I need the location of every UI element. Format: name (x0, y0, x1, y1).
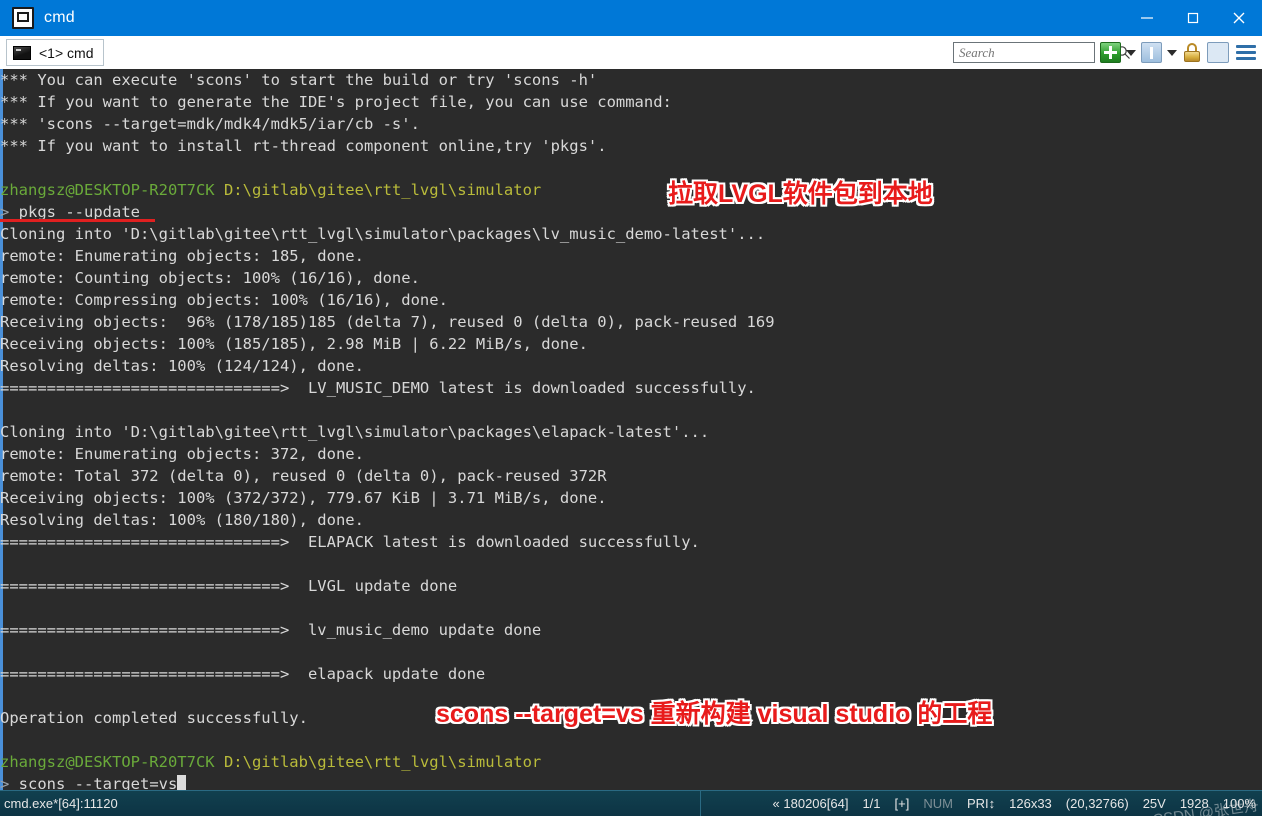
terminal-line (0, 729, 775, 751)
close-button[interactable] (1216, 0, 1262, 36)
cmd-window: cmd <1> cmd (0, 0, 1262, 816)
new-tab-dropdown-icon[interactable] (1126, 50, 1136, 56)
terminal-line: Resolving deltas: 100% (180/180), done. (0, 509, 775, 531)
terminal-line: *** You can execute 'scons' to start the… (0, 69, 775, 91)
terminal-lines: *** You can execute 'scons' to start the… (0, 69, 775, 791)
terminal-line (0, 641, 775, 663)
command-scons-target-vs: scons --target=vs (19, 775, 178, 791)
text-cursor (177, 775, 186, 791)
terminal-line: *** If you want to generate the IDE's pr… (0, 91, 775, 113)
terminal-line: Receiving objects: 96% (178/185)185 (del… (0, 311, 775, 333)
tab-cmd-1[interactable]: <1> cmd (6, 39, 104, 66)
info-dropdown-icon[interactable] (1167, 50, 1177, 56)
hamburger-menu-icon[interactable] (1234, 42, 1256, 63)
terminal-line: Receiving objects: 100% (372/372), 779.6… (0, 487, 775, 509)
window-controls (1124, 0, 1262, 36)
new-tab-button[interactable] (1100, 42, 1121, 63)
status-size: 126x33 (1009, 796, 1052, 811)
status-memory: 1928 (1180, 796, 1209, 811)
annotation-rebuild-vs: scons --target=vs 重新构建 visual studio 的工程 (436, 694, 992, 730)
prompt-path: D:\gitlab\gitee\rtt_lvgl\simulator (224, 753, 541, 771)
status-priority: PRI↕ (967, 796, 995, 811)
terminal-line: ==============================> LV_MUSIC… (0, 377, 775, 399)
terminal-line (0, 553, 775, 575)
tab-label: <1> cmd (39, 45, 93, 61)
terminal-line: zhangsz@DESKTOP-R20T7CK D:\gitlab\gitee\… (0, 751, 775, 773)
terminal-output[interactable]: *** You can execute 'scons' to start the… (0, 69, 1262, 791)
annotation-pull-lvgl: 拉取LVGL软件包到本地 (668, 174, 933, 210)
prompt-path: D:\gitlab\gitee\rtt_lvgl\simulator (224, 181, 541, 199)
terminal-line: *** If you want to install rt-thread com… (0, 135, 775, 157)
terminal-line: ==============================> ELAPACK … (0, 531, 775, 553)
info-button[interactable] (1141, 42, 1162, 63)
tab-toolbar: <1> cmd (0, 36, 1262, 70)
search-input[interactable] (959, 45, 1116, 61)
terminal-line: Cloning into 'D:\gitlab\gitee\rtt_lvgl\s… (0, 223, 775, 245)
status-right-group: « 180206[64] 1/1 [+] NUM PRI↕ 126x33 (20… (773, 796, 1256, 811)
maximize-button[interactable] (1170, 0, 1216, 36)
terminal-line (0, 597, 775, 619)
terminal-line: remote: Counting objects: 100% (16/16), … (0, 267, 775, 289)
toolbar-actions (953, 36, 1256, 69)
status-tabs: 1/1 (862, 796, 880, 811)
prompt-symbol: > (0, 775, 19, 791)
status-bar: cmd.exe*[64]:11120 « 180206[64] 1/1 [+] … (0, 790, 1262, 816)
terminal-line: ==============================> LVGL upd… (0, 575, 775, 597)
terminal-line: remote: Enumerating objects: 372, done. (0, 443, 775, 465)
prompt-user: zhangsz@DESKTOP-R20T7CK (0, 181, 224, 199)
window-title: cmd (44, 9, 75, 27)
status-coords: (20,32766) (1066, 796, 1129, 811)
terminal-line: remote: Total 372 (delta 0), reused 0 (d… (0, 465, 775, 487)
status-build: « 180206[64] (773, 796, 849, 811)
status-num-lock: NUM (923, 796, 953, 811)
minimize-button[interactable] (1124, 0, 1170, 36)
status-voltage: 25V (1143, 796, 1166, 811)
terminal-line (0, 399, 775, 421)
status-cpu: 100% (1223, 796, 1256, 811)
search-box[interactable] (953, 42, 1095, 63)
status-divider (700, 791, 701, 816)
terminal-line: remote: Enumerating objects: 185, done. (0, 245, 775, 267)
status-flag: [+] (895, 796, 910, 811)
terminal-line: ==============================> lv_music… (0, 619, 775, 641)
terminal-line: remote: Compressing objects: 100% (16/16… (0, 289, 775, 311)
console-icon (12, 7, 34, 29)
terminal-line: *** 'scons --target=mdk/mdk4/mdk5/iar/cb… (0, 113, 775, 135)
lock-icon[interactable] (1182, 42, 1202, 63)
terminal-line: zhangsz@DESKTOP-R20T7CK D:\gitlab\gitee\… (0, 179, 775, 201)
terminal-line: Receiving objects: 100% (185/185), 2.98 … (0, 333, 775, 355)
terminal-line: > scons --target=vs (0, 773, 775, 791)
terminal-line: ==============================> elapack … (0, 663, 775, 685)
terminal-line: Resolving deltas: 100% (124/124), done. (0, 355, 775, 377)
prompt-user: zhangsz@DESKTOP-R20T7CK (0, 753, 224, 771)
split-panes-icon[interactable] (1207, 42, 1229, 63)
status-process: cmd.exe*[64]:11120 (4, 796, 118, 811)
terminal-line: Cloning into 'D:\gitlab\gitee\rtt_lvgl\s… (0, 421, 775, 443)
terminal-line (0, 157, 775, 179)
annotation-underline-update (0, 219, 155, 222)
title-bar: cmd (0, 0, 1262, 36)
console-icon (13, 46, 31, 60)
